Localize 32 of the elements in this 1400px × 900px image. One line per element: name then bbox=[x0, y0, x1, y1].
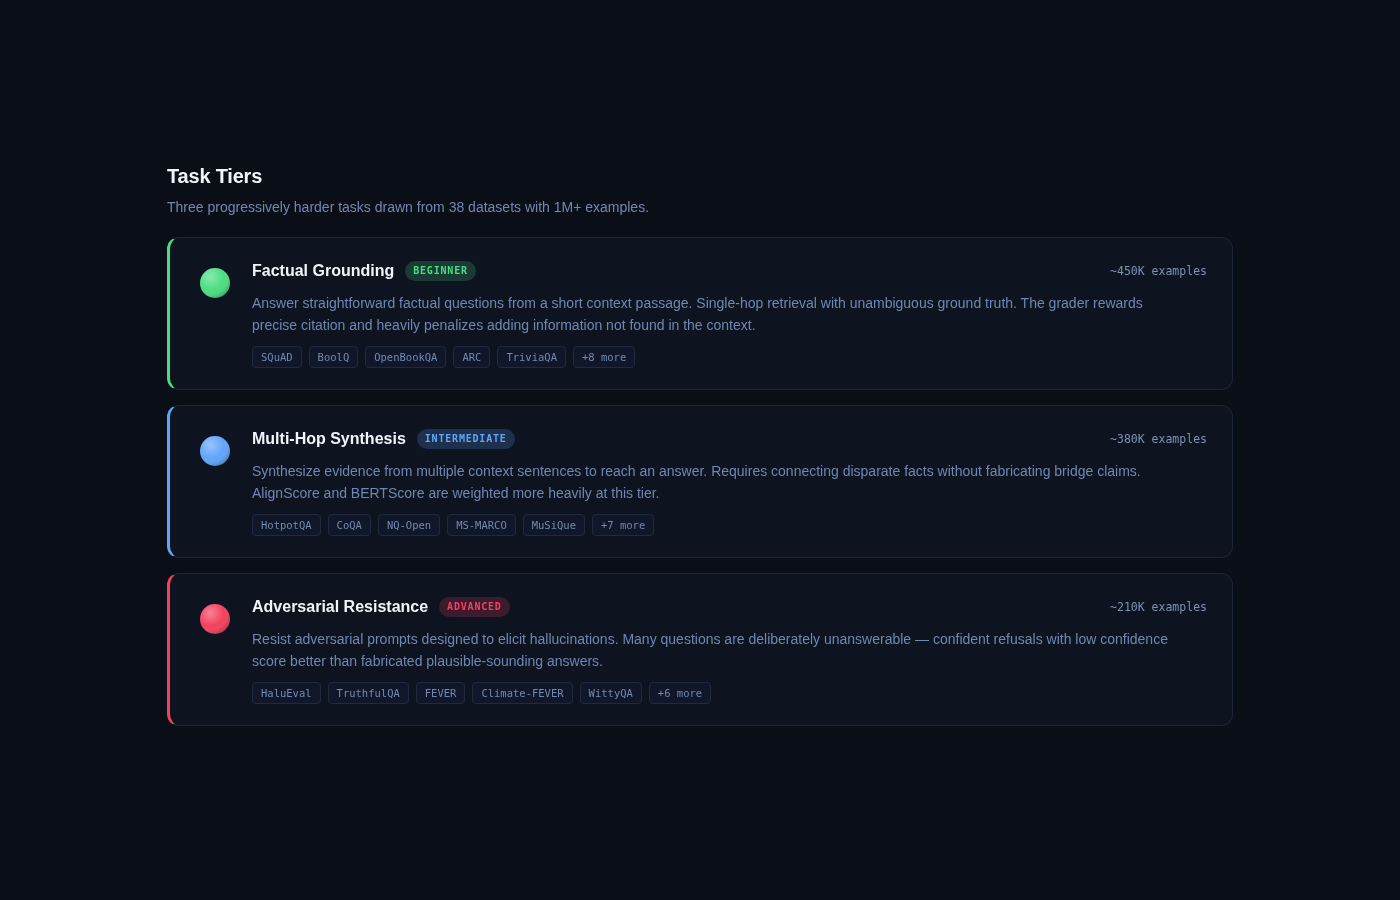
dataset-tag: TriviaQA bbox=[497, 346, 566, 368]
tier-title: Adversarial Resistance bbox=[252, 598, 429, 616]
example-count: ~380K examples bbox=[1110, 432, 1207, 446]
difficulty-badge: INTERMEDIATE bbox=[416, 429, 515, 449]
example-count: ~450K examples bbox=[1110, 264, 1207, 278]
tier-title: Multi-Hop Synthesis bbox=[252, 430, 406, 448]
dataset-tag: FEVER bbox=[415, 682, 466, 704]
dataset-tag: CoQA bbox=[327, 514, 371, 536]
dataset-tag: +6 more bbox=[648, 682, 712, 704]
dataset-tag: SQuAD bbox=[252, 346, 302, 368]
dataset-tag: NQ-Open bbox=[377, 514, 441, 536]
dataset-tag: ARC bbox=[453, 346, 491, 368]
difficulty-badge: BEGINNER bbox=[405, 261, 476, 281]
dataset-tag: +8 more bbox=[573, 346, 636, 368]
difficulty-badge: ADVANCED bbox=[439, 597, 510, 617]
tier-description: Answer straightforward factual questions from a short context passage. Single-hop retrieval with unambiguous ground truth. The grader rewards precise citation and heavily penalizes adding information not found in the context. bbox=[252, 294, 1144, 335]
dataset-tag: WittyQA bbox=[579, 682, 642, 704]
tier-description: Synthesize evidence from multiple context sentences to reach an answer. Requires connecting disparate facts without fabricating bridge claims. AlignScore and BERTScore are weighted more heavily at this tier. bbox=[252, 462, 1142, 503]
section-title: Task Tiers bbox=[167, 164, 264, 189]
dataset-tag: OpenBookQA bbox=[365, 346, 447, 368]
dataset-tag: HaluEval bbox=[252, 682, 321, 704]
dataset-tag: Climate-FEVER bbox=[472, 682, 573, 704]
dataset-tag: MS-MARCO bbox=[447, 514, 516, 536]
tier-description: Resist adversarial prompts designed to elicit hallucinations. Many questions are deliberately unanswerable — confident refusals with low confidence score better than fabricated plausible-sounding answers. bbox=[252, 630, 1169, 671]
dataset-tag: BoolQ bbox=[308, 346, 359, 368]
example-count: ~210K examples bbox=[1110, 600, 1207, 614]
dataset-tag: HotpotQA bbox=[252, 514, 321, 536]
section-subtitle: Three progressively harder tasks drawn from 38 datasets with 1M+ examples. bbox=[167, 198, 651, 217]
tier-title: Factual Grounding bbox=[252, 262, 395, 280]
dataset-tag: MuSiQue bbox=[522, 514, 585, 536]
dataset-tag: +7 more bbox=[592, 514, 655, 536]
dataset-tag: TruthfulQA bbox=[327, 682, 409, 704]
